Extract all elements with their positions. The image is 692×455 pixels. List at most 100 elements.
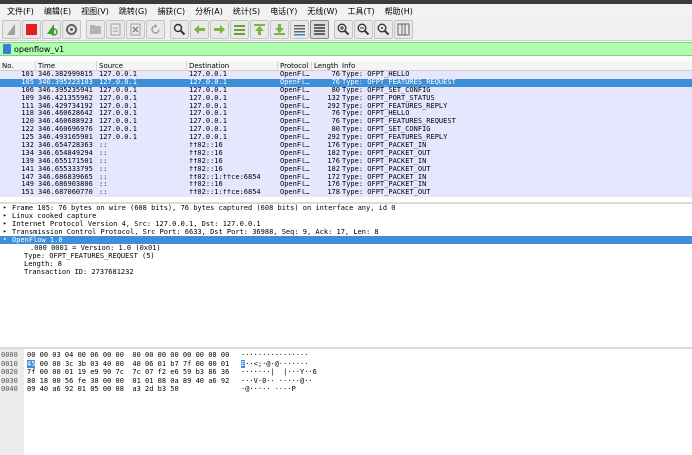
detail-tree-item[interactable]: Type: OFPT_FEATURES_REQUEST (5) [0,252,692,260]
menu-item[interactable]: 文件(F) [2,6,39,17]
packet-cell-time: 346.493165901 [38,134,93,142]
detail-tree-item[interactable]: ▸ Frame 105: 76 bytes on wire (608 bits),… [0,204,692,212]
bytes-row: 0030 80 18 00 56 fe 30 00 00 01 01 08 0a … [0,377,692,385]
packet-cell-len: 292 [327,134,340,142]
packet-cell-proto: OpenFl… [280,78,310,86]
packet-cell-no: 151 [21,189,34,197]
packet-row[interactable]: 106 346.395235941 127.0.0.1 127.0.0.1 OpenFl… [0,86,692,95]
column-header-destination[interactable]: Destination [187,61,278,71]
capture-options-icon[interactable] [62,19,81,39]
bytes-hex-values: 00 00 03 04 00 06 00 00 00 00 00 00 00 0… [27,351,230,359]
packet-cell-no: 120 [21,118,34,126]
close-file-icon[interactable] [126,19,145,39]
colorize-icon[interactable] [310,19,329,39]
bytes-ascii-values: ················ [241,351,309,359]
packet-details-tree: ▸ Frame 105: 76 bytes on wire (608 bits),… [0,204,692,347]
auto-scroll-icon[interactable] [290,19,309,39]
packet-row[interactable]: 125 346.493165901 127.0.0.1 127.0.0.1 OpenFl… [0,134,692,143]
zoom-normal-icon[interactable] [374,19,393,39]
packet-row[interactable]: 151 346.687060770:: ff02::1:ffce:6854 OpenF… [0,189,692,198]
packet-cell-dst: 127.0.0.1 [189,102,227,110]
packet-cell-time: 346.395235941 [38,86,93,94]
save-file-icon[interactable] [106,19,125,39]
go-last-icon[interactable] [270,19,289,39]
packet-row[interactable]: 141 346.655333795:: ff02::16 OpenFl… 182 Type… [0,165,692,174]
stop-capture-icon[interactable] [22,19,41,39]
bytes-ascii[interactable]: ···V·0·· ·····@·· [241,377,313,385]
restart-capture-icon[interactable] [42,19,61,39]
bytes-hex[interactable]: 09 40 a6 92 01 05 00 08 a3 2d b3 50 [27,385,179,393]
bookmark-icon[interactable] [3,44,11,54]
detail-tree-item[interactable]: ▸ Transmission Control Protocol, Src Port… [0,228,692,236]
packet-cell-no: 139 [21,157,34,165]
bytes-ascii[interactable]: ·······| |···Y··6 [241,368,317,376]
collapsed-arrow-icon[interactable]: ▸ [3,220,7,228]
column-header-time[interactable]: Time [36,61,97,71]
column-header-no[interactable]: No. [0,61,36,71]
packet-row[interactable]: 120 346.460688923 127.0.0.1 127.0.0.1 OpenFl… [0,118,692,127]
open-file-icon[interactable] [86,19,105,39]
menu-item[interactable]: 捕获(C) [152,6,190,17]
menu-item[interactable]: 帮助(H) [380,6,418,17]
bytes-hex[interactable]: 45 00 00 3c 3b 03 40 00 40 06 01 b7 7f 0… [27,359,229,368]
detail-tree-item[interactable]: .000 0001 = Version: 1.0 (0x01) [0,244,692,252]
bytes-hex-values: 7f 00 00 01 19 e9 90 7c 7c 07 f2 e6 59 b… [27,368,230,377]
menu-item[interactable]: 编辑(E) [39,6,76,17]
menu-item[interactable]: 分析(A) [190,6,228,17]
display-filter-input[interactable] [14,44,614,54]
column-header-info[interactable]: Info [340,61,692,71]
packet-row[interactable]: 101 346.382999815 127.0.0.1 127.0.0.1 OpenFl… [0,71,692,79]
bytes-hex[interactable]: 00 00 03 04 00 06 00 00 00 00 00 00 00 0… [27,351,229,359]
detail-tree-item[interactable]: Length: 8 [0,260,692,268]
packet-row[interactable]: 122 346.460696976 127.0.0.1 127.0.0.1 OpenFl… [0,126,692,135]
go-back-icon[interactable] [190,19,209,39]
packet-row[interactable]: 149 346.686903806:: ff02::16 OpenFl… 176 Type… [0,181,692,190]
packet-row[interactable]: 147 346.686839665:: ff02::1:ffce:6854 OpenF… [0,173,692,182]
packet-row[interactable]: 111 346.429734192 127.0.0.1 127.0.0.1 OpenFl… [0,102,692,111]
resize-columns-icon[interactable] [394,19,413,39]
reload-file-icon[interactable] [146,19,165,39]
menu-item[interactable]: 无线(W) [302,6,342,17]
menu-item[interactable]: 视图(V) [76,6,114,17]
menu-item[interactable]: 统计(S) [228,6,265,17]
bytes-ascii-values: ··<;·@·@······· [245,359,309,368]
column-header-length[interactable]: Length [312,61,340,71]
find-packet-icon[interactable] [170,19,189,39]
go-to-packet-icon[interactable] [230,19,249,39]
packet-cell-src: 127.0.0.1 [99,102,137,110]
detail-tree-item[interactable]: ▾ OpenFlow 1.0 [0,236,692,244]
packet-row[interactable]: 105 346.395223103 127.0.0.1 127.0.0.1 OpenFl… [0,78,692,87]
packet-row[interactable]: 118 346.460628642 127.0.0.1 127.0.0.1 OpenFl… [0,110,692,119]
packet-cell-proto: OpenFl… [280,110,310,118]
column-header-protocol[interactable]: Protocol [278,61,312,71]
detail-tree-label: Transaction ID: 2737681232 [24,268,134,276]
packet-row[interactable]: 139 346.655171501:: ff02::16 OpenFl… 176 Type… [0,157,692,166]
expanded-arrow-icon[interactable]: ▾ [3,236,7,244]
collapsed-arrow-icon[interactable]: ▸ [3,228,7,236]
menu-item[interactable]: 工具(T) [342,6,379,17]
bytes-ascii[interactable]: ·@····· ··-·P [241,385,296,393]
go-forward-icon[interactable] [210,19,229,39]
packet-row[interactable]: 109 346.421355962 127.0.0.1 127.0.0.1 OpenFl… [0,94,692,103]
packet-cell-dst: 127.0.0.1 [189,134,227,142]
zoom-in-icon[interactable] [334,19,353,39]
bytes-ascii[interactable]: E··<;·@·@······· [241,359,309,368]
packet-row[interactable]: 132 346.654728363:: ff02::16 OpenFl… 176 Type… [0,142,692,150]
collapsed-arrow-icon[interactable]: ▸ [3,212,7,220]
packet-cell-no: 109 [21,94,34,102]
menu-item[interactable]: 电话(Y) [265,6,302,17]
column-header-source[interactable]: Source [97,61,187,71]
bytes-hex[interactable]: 7f 00 00 01 19 e9 90 7c 7c 07 f2 e6 59 b… [27,368,229,376]
detail-tree-item[interactable]: ▸ Linux cooked capture [0,212,692,220]
menu-item[interactable]: 跳转(G) [114,6,152,17]
shark-fin-start-icon[interactable] [2,19,21,39]
detail-tree-item[interactable]: ▸ Internet Protocol Version 4, Src: 127.0… [0,220,692,228]
packet-row[interactable]: 134 346.654849294:: ff02::16 OpenFl… 182 Type… [0,149,692,158]
bytes-hex[interactable]: 80 18 00 56 fe 30 00 00 01 01 08 0a 89 4… [27,377,229,385]
collapsed-arrow-icon[interactable]: ▸ [3,204,7,212]
packet-cell-len: 80 [331,86,340,94]
bytes-ascii[interactable]: ················ [241,351,308,359]
go-first-icon[interactable] [250,19,269,39]
zoom-out-icon[interactable] [354,19,373,39]
detail-tree-item[interactable]: Transaction ID: 2737681232 [0,268,692,276]
